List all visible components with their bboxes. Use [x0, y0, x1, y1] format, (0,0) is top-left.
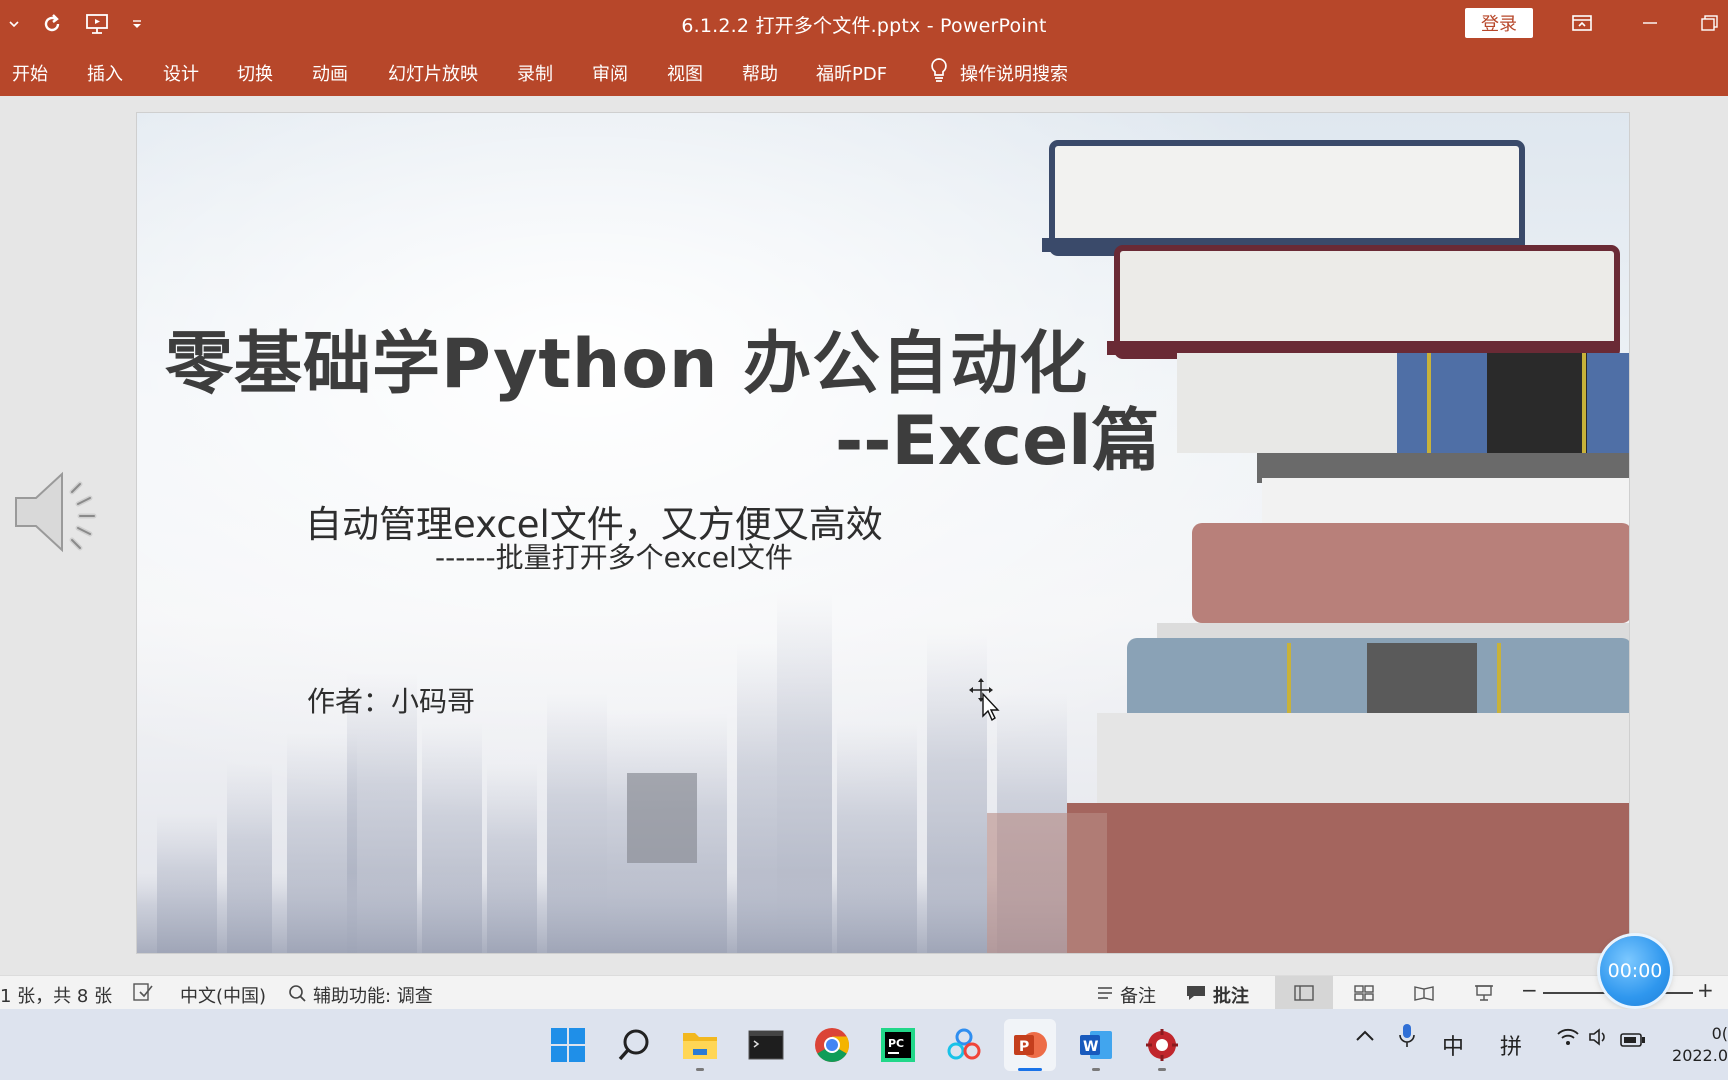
slide-counter: 1 张，共 8 张: [0, 986, 113, 1007]
recorder-app-icon[interactable]: [1136, 1019, 1188, 1071]
wifi-icon[interactable]: [1556, 1027, 1580, 1053]
reading-view-button[interactable]: [1395, 976, 1453, 1010]
tab-foxit-pdf[interactable]: 福昕PDF: [816, 60, 887, 86]
zoom-out-icon[interactable]: −: [1521, 978, 1538, 1002]
tab-slideshow[interactable]: 幻灯片放映: [388, 60, 478, 86]
comment-icon: [1185, 984, 1207, 1007]
svg-text:W: W: [1083, 1039, 1098, 1055]
slideshow-view-button[interactable]: [1455, 976, 1513, 1010]
comments-label: 批注: [1213, 986, 1249, 1007]
windows-start-icon[interactable]: [542, 1019, 594, 1071]
ime-mode-toggle[interactable]: 拼: [1500, 1029, 1522, 1061]
active-indicator: [1018, 1068, 1042, 1071]
minimize-icon[interactable]: [1630, 8, 1670, 38]
ribbon-tabs: 开始 插入 设计 切换 动画 幻灯片放映 录制 审阅 视图 帮助 福昕PDF 操…: [0, 48, 1728, 96]
tab-view[interactable]: 视图: [667, 60, 703, 86]
word-icon[interactable]: W: [1070, 1019, 1122, 1071]
accessibility-checker[interactable]: 辅助功能: 调查: [287, 982, 433, 1008]
tab-animations[interactable]: 动画: [312, 60, 348, 86]
terminal-icon[interactable]: [740, 1019, 792, 1071]
tab-record[interactable]: 录制: [517, 60, 553, 86]
tell-me-label: 操作说明搜索: [960, 63, 1068, 85]
chrome-icon[interactable]: [806, 1019, 858, 1071]
search-icon[interactable]: [608, 1019, 660, 1071]
slide-author[interactable]: 作者：小码哥: [307, 680, 475, 720]
slide-canvas[interactable]: 零基础学Python 办公自动化 --Excel篇 自动管理excel文件，又方…: [137, 113, 1629, 953]
maximize-icon[interactable]: [1690, 8, 1728, 38]
clock-time: 0(: [1711, 1024, 1728, 1043]
accessibility-icon: [287, 983, 307, 1008]
tab-home[interactable]: 开始: [12, 60, 48, 86]
notes-icon: [1096, 985, 1114, 1006]
volume-icon[interactable]: [1588, 1027, 1610, 1053]
normal-view-button[interactable]: [1275, 976, 1333, 1010]
status-bar: 1 张，共 8 张 中文(中国) 辅助功能: 调查 备注 批注 − +: [0, 975, 1728, 1010]
tab-insert[interactable]: 插入: [87, 60, 123, 86]
slide-sorter-view-button[interactable]: [1335, 976, 1393, 1010]
comments-button[interactable]: 批注: [1185, 982, 1249, 1008]
file-explorer-icon[interactable]: [674, 1019, 726, 1071]
ime-language-toggle[interactable]: 中: [1442, 1029, 1464, 1061]
svg-text:P: P: [1019, 1039, 1029, 1055]
clock-date: 2022.0: [1672, 1046, 1728, 1065]
notes-button[interactable]: 备注: [1096, 982, 1156, 1008]
system-clock[interactable]: 0( 2022.0: [1672, 1023, 1728, 1067]
microphone-icon[interactable]: [1398, 1023, 1416, 1055]
move-cursor-icon: [969, 678, 1003, 726]
notes-label: 备注: [1120, 986, 1156, 1007]
running-indicator: [1092, 1068, 1100, 1071]
slide-subtitle[interactable]: --Excel篇: [835, 385, 1160, 484]
pycharm-icon[interactable]: PC: [872, 1019, 924, 1071]
tab-review[interactable]: 审阅: [592, 60, 628, 86]
tab-transitions[interactable]: 切换: [237, 60, 273, 86]
login-button[interactable]: 登录: [1465, 8, 1533, 38]
title-bar: 6.1.2.2 打开多个文件.pptx - PowerPoint 登录: [0, 0, 1728, 48]
tell-me-search[interactable]: 操作说明搜索: [928, 56, 1068, 89]
accessibility-label: 辅助功能: 调查: [313, 986, 433, 1007]
svg-text:PC: PC: [888, 1037, 904, 1050]
zoom-in-icon[interactable]: +: [1697, 978, 1714, 1002]
audio-speaker-icon[interactable]: [12, 462, 112, 566]
battery-icon[interactable]: [1620, 1029, 1646, 1054]
lightbulb-icon: [928, 56, 950, 89]
tab-design[interactable]: 设计: [163, 60, 199, 86]
baidu-netdisk-icon[interactable]: [938, 1019, 990, 1071]
powerpoint-icon[interactable]: P: [1004, 1019, 1056, 1071]
slide-tagline-detail[interactable]: ------批量打开多个excel文件: [435, 536, 793, 576]
running-indicator: [696, 1068, 704, 1071]
running-indicator: [1158, 1068, 1166, 1071]
tray-overflow-chevron-icon[interactable]: [1354, 1025, 1376, 1053]
spell-check-icon[interactable]: [132, 982, 154, 1002]
windows-taskbar: PC P W 中 拼 0( 2022.0: [0, 1009, 1728, 1080]
tab-help[interactable]: 帮助: [742, 60, 778, 86]
language-indicator[interactable]: 中文(中国): [180, 982, 266, 1008]
ribbon-display-options-icon[interactable]: [1562, 8, 1602, 38]
recording-timer[interactable]: 00:00: [1600, 936, 1670, 1006]
